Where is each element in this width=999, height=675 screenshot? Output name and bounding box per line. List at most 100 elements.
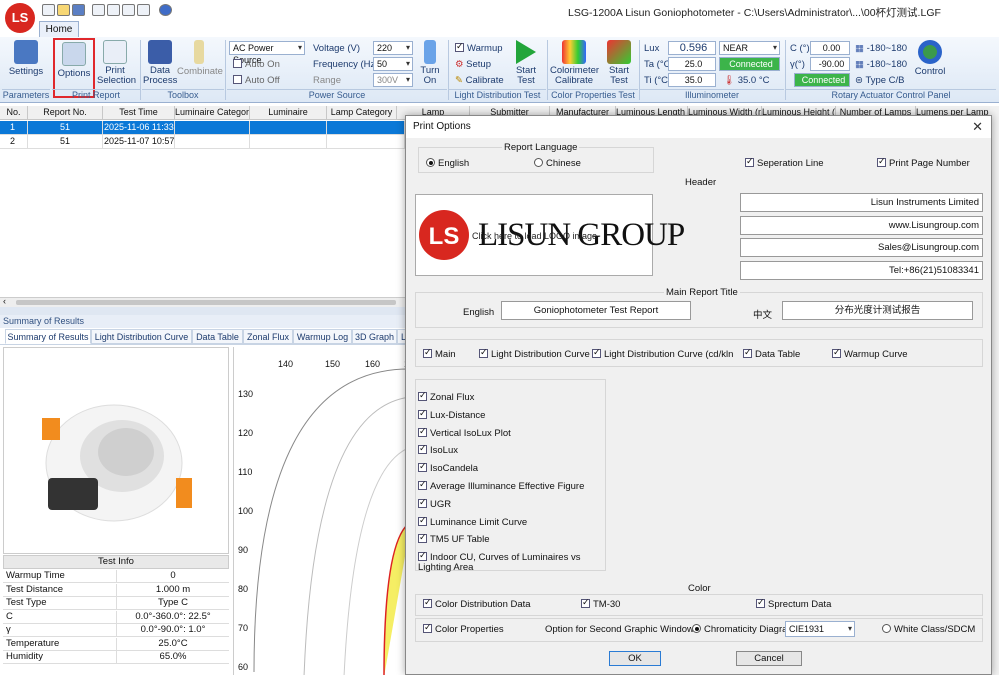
header-line-input[interactable]: www.Lisungroup.com: [740, 215, 983, 235]
auto-off-checkbox[interactable]: Auto Off: [233, 75, 280, 86]
table-row-cell[interactable]: [327, 121, 405, 135]
tm30-checkbox[interactable]: TM-30: [581, 597, 620, 610]
section-checkbox[interactable]: Lux-Distance: [418, 408, 485, 421]
table-row-cell[interactable]: [250, 121, 327, 135]
setup-button[interactable]: ⚙ Setup: [455, 59, 491, 70]
gamma-range-button[interactable]: ▦ -180~180: [855, 59, 907, 70]
calibrate-button[interactable]: ✎ Calibrate: [455, 75, 504, 86]
section-label: Indoor CU, Curves of Luminaires vs Light…: [418, 552, 581, 574]
connect4-icon[interactable]: [137, 4, 150, 16]
grid-header[interactable]: Test Time: [103, 106, 175, 120]
colorimeter-calibrate-button[interactable]: Colorimeter Calibrate: [550, 40, 599, 86]
section-checkbox[interactable]: Warmup Curve: [832, 347, 908, 360]
section-checkbox[interactable]: Indoor CU, Curves of Luminaires vs Light…: [418, 550, 604, 574]
print-page-number-checkbox[interactable]: Print Page Number: [877, 156, 970, 169]
table-row-report[interactable]: 51: [28, 121, 103, 135]
close-icon[interactable]: ✕: [972, 119, 983, 135]
section-checkbox[interactable]: Main: [423, 347, 456, 360]
control-button[interactable]: Control: [912, 40, 948, 77]
grid-header[interactable]: Report No.: [28, 106, 103, 120]
table-row-cell[interactable]: [175, 135, 250, 149]
connect2-icon[interactable]: [107, 4, 120, 16]
horizontal-scrollbar[interactable]: ‹: [0, 296, 410, 307]
settings-button[interactable]: Settings: [6, 40, 46, 77]
section-checkbox[interactable]: Average Illuminance Effective Figure: [418, 479, 584, 492]
open-folder-icon[interactable]: [57, 4, 70, 16]
header-line-input[interactable]: Tel:+86(21)51083341: [740, 260, 983, 280]
start-test-color-button[interactable]: Start Test: [603, 40, 635, 86]
ok-button[interactable]: OK: [609, 651, 661, 666]
data-process-button[interactable]: Data Process: [143, 40, 177, 86]
range-near-select[interactable]: NEAR: [719, 41, 780, 55]
tab-result[interactable]: Light Distribution Curve: [91, 329, 192, 344]
type-cb-button[interactable]: ⊜ Type C/B: [855, 75, 905, 86]
header-line-input[interactable]: Sales@Lisungroup.com: [740, 238, 983, 257]
new-file-icon[interactable]: [42, 4, 55, 16]
splitter[interactable]: [0, 307, 410, 315]
help-icon[interactable]: [159, 4, 172, 16]
connect-icon[interactable]: [92, 4, 105, 16]
turn-on-button[interactable]: Turn On: [417, 40, 443, 86]
chromaticity-radio[interactable]: Chromaticity Diagra: [692, 624, 787, 635]
connect3-icon[interactable]: [122, 4, 135, 16]
save-icon[interactable]: [72, 4, 85, 16]
english-radio[interactable]: English: [426, 158, 469, 169]
section-checkbox[interactable]: TM5 UF Table: [418, 532, 489, 545]
section-checkbox[interactable]: Zonal Flux: [418, 390, 474, 403]
section-checkbox[interactable]: Light Distribution Curve: [479, 347, 590, 360]
white-class-radio[interactable]: White Class/SDCM: [882, 624, 975, 635]
ti-input[interactable]: 35.0: [668, 73, 716, 87]
tab-result[interactable]: Warmup Log: [293, 329, 352, 344]
section-checkbox[interactable]: Luminance Limit Curve: [418, 515, 527, 528]
chinese-title-input[interactable]: 分布光度计测试报告: [782, 301, 973, 320]
start-test-button[interactable]: Start Test: [510, 40, 542, 86]
section-checkbox[interactable]: Vertical IsoLux Plot: [418, 426, 511, 439]
english-title-input[interactable]: Goniophotometer Test Report: [501, 301, 691, 320]
tab-result[interactable]: Summary of Results: [5, 329, 91, 344]
color-properties-checkbox[interactable]: Color Properties: [423, 622, 504, 635]
c-angle-input[interactable]: 0.00: [810, 41, 850, 55]
section-checkbox[interactable]: IsoLux: [418, 443, 458, 456]
c-range-button[interactable]: ▦ -180~180: [855, 43, 907, 54]
color-distribution-checkbox[interactable]: Color Distribution Data: [423, 597, 531, 610]
section-checkbox[interactable]: IsoCandela: [418, 461, 478, 474]
tab-result[interactable]: 3D Graph: [352, 329, 397, 344]
frequency-select[interactable]: 50: [373, 57, 413, 71]
section-checkbox[interactable]: Light Distribution Curve (cd/kln: [592, 347, 733, 360]
cancel-button[interactable]: Cancel: [736, 651, 802, 666]
combinate-button[interactable]: Combinate: [177, 40, 223, 77]
table-row-cell[interactable]: [327, 135, 405, 149]
warmup-checkbox[interactable]: Warmup: [455, 41, 503, 54]
grid-header[interactable]: Luminaire: [250, 106, 327, 120]
spectrum-data-checkbox[interactable]: Sprectum Data: [756, 597, 831, 610]
section-checkbox[interactable]: Data Table: [743, 347, 800, 360]
logo-image-box[interactable]: LS LISUN GROUP Click here to load LOGO i…: [415, 194, 685, 276]
voltage-select[interactable]: 220: [373, 41, 413, 55]
tab-result[interactable]: Zonal Flux: [243, 329, 293, 344]
table-row-cell[interactable]: [175, 121, 250, 135]
cie-select[interactable]: CIE1931: [785, 621, 855, 637]
power-mode-select[interactable]: AC Power Source: [229, 41, 305, 65]
auto-on-checkbox[interactable]: Auto On: [233, 59, 280, 70]
table-row-time[interactable]: 2025-11-06 11:33:41: [103, 121, 175, 135]
range-select[interactable]: 300V: [373, 73, 413, 87]
header-line-input[interactable]: Lisun Instruments Limited: [740, 193, 983, 212]
table-row-cell[interactable]: [250, 135, 327, 149]
chinese-radio[interactable]: Chinese: [534, 158, 581, 169]
tab-home[interactable]: Home: [39, 21, 79, 38]
grid-header[interactable]: Luminaire Category: [175, 106, 250, 120]
table-row-time[interactable]: 2025-11-07 10:57:23: [103, 135, 175, 149]
grid-header[interactable]: Lamp Category: [327, 106, 397, 120]
table-row-no[interactable]: 1: [0, 121, 28, 135]
scroll-thumb[interactable]: [16, 300, 396, 305]
tab-result[interactable]: Data Table: [192, 329, 243, 344]
ta-input[interactable]: 25.0: [668, 57, 716, 71]
grid-header[interactable]: No.: [0, 106, 28, 120]
section-checkbox[interactable]: UGR: [418, 497, 451, 510]
table-row-no[interactable]: 2: [0, 135, 28, 149]
separation-line-checkbox[interactable]: Seperation Line: [745, 156, 824, 169]
gamma-angle-input[interactable]: -90.00: [810, 57, 850, 71]
table-row-report[interactable]: 51: [28, 135, 103, 149]
scroll-left-icon[interactable]: ‹: [3, 296, 6, 306]
print-selection-button[interactable]: Print Selection: [97, 40, 136, 86]
